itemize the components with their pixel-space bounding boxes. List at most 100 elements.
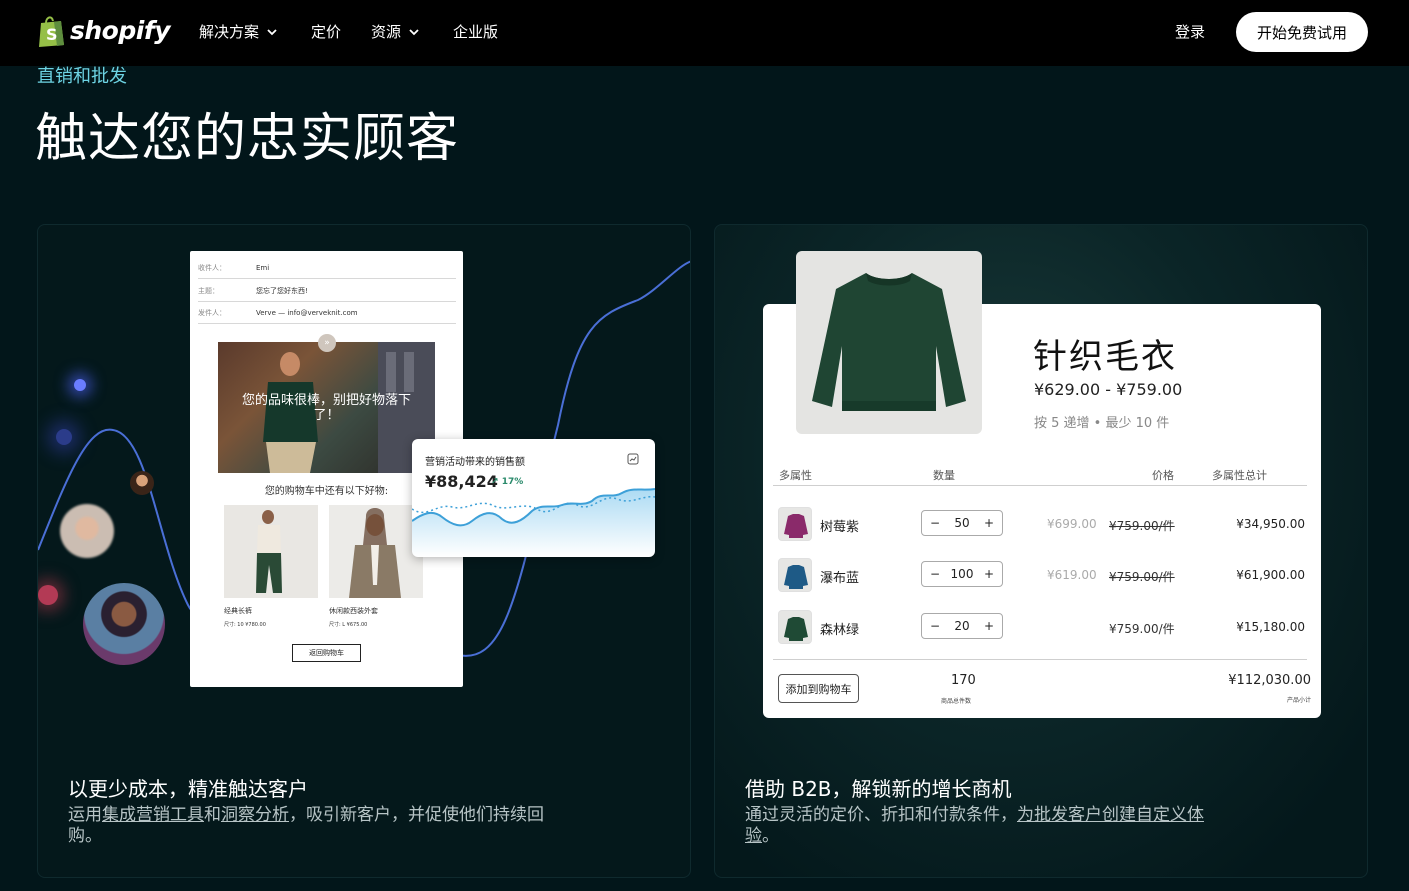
divider xyxy=(773,659,1307,660)
total-quantity: 170 xyxy=(951,673,976,688)
customer-avatar xyxy=(60,504,114,558)
nav-enterprise[interactable]: 企业版 xyxy=(453,21,498,42)
sale-price: ¥619.00 xyxy=(1047,568,1097,582)
variant-row: 森林绿 − 20 + ¥759.00/件 ¥15,180.00 xyxy=(763,608,1321,644)
email-product: 经典长裤 尺寸: 10 ¥780.00 xyxy=(224,505,318,628)
plus-icon[interactable]: + xyxy=(984,619,994,633)
minus-icon[interactable]: − xyxy=(930,567,940,581)
nav-resources[interactable]: 资源 xyxy=(371,21,419,42)
header-price: 价格 xyxy=(1152,469,1174,482)
glow-dot xyxy=(56,429,72,445)
product-note: 按 5 递增 • 最少 10 件 xyxy=(1034,416,1170,431)
header-total: 多属性总计 xyxy=(1212,469,1267,482)
brand-wordmark: shopify xyxy=(70,16,171,45)
original-price: ¥759.00/件 xyxy=(1109,519,1175,533)
row-total: ¥15,180.00 xyxy=(1236,620,1305,634)
sale-price: ¥699.00 xyxy=(1047,517,1097,531)
quantity-stepper[interactable]: − 50 + xyxy=(921,510,1003,536)
sweater-image xyxy=(796,251,982,434)
email-hero-image: 您的品味很棒，别把好物落下了！ xyxy=(218,342,435,473)
subtotal: ¥112,030.00 xyxy=(1228,673,1311,688)
glow-dot xyxy=(74,379,86,391)
marketing-tools-link[interactable]: 集成营销工具 xyxy=(102,805,204,825)
glow-dot xyxy=(38,585,58,605)
desc-text: 通过灵活的定价、折扣和付款条件， xyxy=(745,805,1017,825)
start-free-trial-button[interactable]: 开始免费试用 xyxy=(1236,12,1368,52)
nav-resources-label: 资源 xyxy=(371,23,402,41)
product-price: ¥629.00 - ¥759.00 xyxy=(1034,380,1183,399)
customer-avatar xyxy=(130,471,154,495)
marketing-card: 收件人： Emi 主题： 您忘了您好东西! 发件人： Verve — info@… xyxy=(37,224,691,878)
quantity-value: 100 xyxy=(950,567,974,581)
quantity-stepper[interactable]: − 20 + xyxy=(921,613,1003,639)
email-subject-label: 主题： xyxy=(198,286,219,295)
sales-popup: 营销活动带来的销售额 ¥88,424 ↗ 17% xyxy=(412,439,655,557)
nav-pricing-label: 定价 xyxy=(311,23,342,41)
sales-label: 营销活动带来的销售额 xyxy=(425,457,525,468)
product-name: 休闲款西装外套 xyxy=(329,607,378,615)
nav-enterprise-label: 企业版 xyxy=(453,23,499,41)
insights-link[interactable]: 洞察分析 xyxy=(221,805,289,825)
product-meta: 尺寸: L ¥675.00 xyxy=(329,622,368,628)
email-subject-value: 您忘了您好东西! xyxy=(256,286,308,295)
nav-pricing[interactable]: 定价 xyxy=(311,21,341,42)
fast-forward-icon: » xyxy=(318,334,336,352)
variant-row: 瀑布蓝 − 100 + ¥619.00 ¥759.00/件 ¥61,900.00 xyxy=(763,556,1321,592)
sales-sparkline xyxy=(412,488,655,557)
variant-thumb xyxy=(778,610,812,644)
chevron-down-icon xyxy=(267,28,277,35)
desc-text: 运用 xyxy=(68,805,102,825)
svg-text:S: S xyxy=(46,25,58,44)
desc-text: 和 xyxy=(204,805,221,825)
shopify-bag-icon: S xyxy=(39,16,64,47)
email-to-value: Emi xyxy=(256,263,270,272)
b2b-card-title: 借助 B2B，解锁新的增长商机 xyxy=(745,777,1012,801)
quantity-value: 50 xyxy=(954,516,970,530)
analytics-icon[interactable] xyxy=(627,453,639,465)
plus-icon[interactable]: + xyxy=(984,516,994,530)
email-hero-text: 您的品味很棒，别把好物落下了！ xyxy=(241,393,411,423)
sweater-icon xyxy=(784,514,808,538)
login-link[interactable]: 登录 xyxy=(1175,21,1205,42)
original-price: ¥759.00/件 xyxy=(1109,570,1175,584)
divider xyxy=(773,485,1307,486)
pants-model-photo xyxy=(256,510,282,593)
variant-name: 森林绿 xyxy=(820,623,860,638)
unit-price: ¥759.00/件 xyxy=(1109,622,1175,636)
product-image-blazer xyxy=(329,505,423,598)
header-qty: 数量 xyxy=(933,469,955,482)
variant-thumb xyxy=(778,558,812,592)
total-quantity-label: 商品总件数 xyxy=(941,698,972,705)
quantity-value: 20 xyxy=(954,619,970,633)
b2b-card-desc: 通过灵活的定价、折扣和付款条件，为批发客户创建自定义体验。 xyxy=(745,805,1215,847)
minus-icon[interactable]: − xyxy=(930,516,940,530)
nav-solutions[interactable]: 解决方案 xyxy=(199,21,277,42)
sweater-icon xyxy=(784,617,808,641)
minus-icon[interactable]: − xyxy=(930,619,940,633)
marketing-card-title: 以更少成本，精准触达客户 xyxy=(68,777,308,801)
variant-thumb xyxy=(778,507,812,541)
email-from-row: 发件人： Verve — info@verveknit.com xyxy=(198,302,456,324)
page-headline: 触达您的忠实顾客 xyxy=(35,109,460,169)
customer-avatar xyxy=(83,583,165,665)
add-to-cart-button[interactable]: 添加到购物车 xyxy=(778,674,859,703)
chevron-down-icon xyxy=(409,28,419,35)
subtotal-label: 产品小计 xyxy=(1286,697,1311,704)
row-total: ¥61,900.00 xyxy=(1236,568,1305,582)
plus-icon[interactable]: + xyxy=(984,567,994,581)
section-eyebrow: 直销和批发 xyxy=(37,66,127,87)
quantity-stepper[interactable]: − 100 + xyxy=(921,561,1003,587)
return-to-cart-button[interactable]: 返回购物车 xyxy=(292,644,361,662)
header-variant: 多属性 xyxy=(779,469,812,482)
product-title: 针织毛衣 xyxy=(1033,337,1177,377)
email-from-value: Verve — info@verveknit.com xyxy=(256,308,358,317)
b2b-card: 针织毛衣 ¥629.00 - ¥759.00 按 5 递增 • 最少 10 件 … xyxy=(714,224,1368,878)
product-name: 经典长裤 xyxy=(224,607,252,615)
product-meta: 尺寸: 10 ¥780.00 xyxy=(224,622,266,628)
email-to-row: 收件人： Emi xyxy=(198,257,456,279)
nav-solutions-label: 解决方案 xyxy=(199,23,260,41)
sweater-icon xyxy=(784,565,808,589)
email-to-label: 收件人： xyxy=(198,263,226,272)
shopify-logo[interactable]: S shopify xyxy=(36,14,171,47)
email-subject-row: 主题： 您忘了您好东西! xyxy=(198,280,456,302)
